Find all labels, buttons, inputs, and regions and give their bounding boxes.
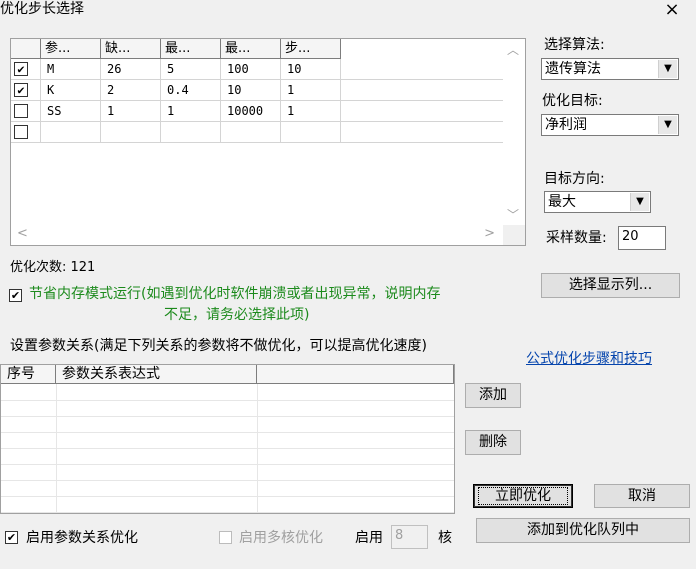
enable-relation-label: 启用参数关系优化 [26, 530, 138, 546]
cell-step[interactable] [281, 122, 341, 143]
relation-table: 序号 参数关系表达式 [0, 364, 455, 514]
algorithm-select[interactable]: 遗传算法 ▼ [541, 58, 679, 80]
cell-max[interactable] [221, 122, 281, 143]
cell-min[interactable] [161, 122, 221, 143]
cores-label-after: 核 [438, 530, 452, 546]
scroll-right-icon[interactable]: > [484, 226, 495, 241]
cell-name[interactable]: M [41, 59, 101, 80]
memory-mode-text-2: 不足，请务必选择此项) [164, 307, 310, 323]
row-check-cell: ✔ [11, 59, 41, 80]
table-row[interactable]: ✔ K 2 0.4 10 1 [11, 80, 503, 101]
cell-filler [341, 122, 503, 143]
grid-horizontal-scrollbar[interactable]: < > [11, 225, 503, 245]
grid-vertical-scrollbar[interactable]: ︿ ﹀ [503, 39, 525, 225]
row-check-cell: ✔ [11, 80, 41, 101]
cell-max[interactable]: 10 [221, 80, 281, 101]
grid-header-min[interactable]: 最... [161, 39, 221, 59]
chevron-down-icon[interactable]: ▼ [658, 116, 677, 134]
scroll-down-icon[interactable]: ﹀ [507, 206, 519, 223]
relation-row-line [1, 480, 454, 481]
direction-label: 目标方向: [544, 171, 605, 187]
enable-relation-checkbox[interactable]: ✔ [5, 531, 18, 544]
table-row[interactable]: SS 1 1 10000 1 [11, 101, 503, 122]
cell-name[interactable]: SS [41, 101, 101, 122]
direction-value: 最大 [548, 194, 576, 210]
cell-filler [341, 80, 503, 101]
relation-row-line [1, 400, 454, 401]
cell-filler [341, 101, 503, 122]
grid-header-name[interactable]: 参... [41, 39, 101, 59]
cell-default[interactable]: 2 [101, 80, 161, 101]
cell-step[interactable]: 1 [281, 80, 341, 101]
relation-header-index[interactable]: 序号 [1, 365, 56, 384]
params-grid: 参... 缺... 最... 最... 步... ✔ M 26 5 100 10 ✔ K 2 0.… [10, 38, 526, 246]
relation-header-blank [257, 365, 454, 384]
select-columns-button[interactable]: 选择显示列... [541, 273, 680, 298]
grid-header-default[interactable]: 缺... [101, 39, 161, 59]
target-label: 优化目标: [542, 93, 603, 109]
scrollbar-corner [503, 225, 525, 245]
add-relation-button[interactable]: 添加 [465, 383, 521, 408]
grid-header-max[interactable]: 最... [221, 39, 281, 59]
algorithm-label: 选择算法: [544, 37, 605, 53]
chevron-down-icon[interactable]: ▼ [630, 193, 649, 211]
relation-row-line [1, 416, 454, 417]
enable-multicore-checkbox[interactable] [219, 531, 232, 544]
cell-filler [341, 59, 503, 80]
grid-header-check [11, 39, 41, 59]
grid-header-step[interactable]: 步... [281, 39, 341, 59]
chevron-down-icon[interactable]: ▼ [658, 60, 677, 78]
cancel-button[interactable]: 取消 [594, 484, 690, 508]
cell-max[interactable]: 100 [221, 59, 281, 80]
row-checkbox[interactable]: ✔ [14, 83, 28, 97]
algorithm-value: 遗传算法 [545, 61, 601, 77]
cell-step[interactable]: 1 [281, 101, 341, 122]
cores-label-before: 启用 [355, 530, 383, 546]
memory-mode-text-1: 节省内存模式运行(如遇到优化时软件崩溃或者出现异常，说明内存 [29, 286, 441, 302]
scroll-left-icon[interactable]: < [17, 226, 28, 241]
relation-row-line [1, 448, 454, 449]
row-checkbox[interactable]: ✔ [14, 62, 28, 76]
sample-input[interactable]: 20 [618, 226, 666, 250]
memory-mode-checkbox[interactable]: ✔ [9, 289, 22, 302]
relation-row-line [1, 432, 454, 433]
cell-name[interactable] [41, 122, 101, 143]
cell-max[interactable]: 10000 [221, 101, 281, 122]
cores-input[interactable]: 8 [391, 525, 428, 549]
opt-count: 优化次数: 121 [10, 260, 96, 275]
row-checkbox[interactable] [14, 125, 28, 139]
cell-step[interactable]: 10 [281, 59, 341, 80]
start-optimize-label: 立即优化 [478, 487, 568, 505]
row-check-cell [11, 101, 41, 122]
relation-header-expression[interactable]: 参数关系表达式 [56, 365, 257, 384]
cell-name[interactable]: K [41, 80, 101, 101]
cell-min[interactable]: 0.4 [161, 80, 221, 101]
add-to-queue-button[interactable]: 添加到优化队列中 [476, 518, 690, 543]
cell-min[interactable]: 1 [161, 101, 221, 122]
target-value: 净利润 [545, 117, 587, 133]
cell-default[interactable]: 1 [101, 101, 161, 122]
start-optimize-button[interactable]: 立即优化 [473, 484, 573, 508]
cell-default[interactable] [101, 122, 161, 143]
scroll-up-icon[interactable]: ︿ [507, 41, 519, 58]
relation-row-line [1, 512, 454, 513]
delete-relation-button[interactable]: 删除 [465, 430, 521, 455]
relation-row-line [1, 496, 454, 497]
table-row[interactable] [11, 122, 503, 143]
target-select[interactable]: 净利润 ▼ [541, 114, 679, 136]
window-title: 优化步长选择 [0, 1, 84, 17]
cell-default[interactable]: 26 [101, 59, 161, 80]
relation-row-line [1, 464, 454, 465]
row-check-cell [11, 122, 41, 143]
row-checkbox[interactable] [14, 104, 28, 118]
table-row[interactable]: ✔ M 26 5 100 10 [11, 59, 503, 80]
enable-multicore-label: 启用多核优化 [239, 530, 323, 546]
sample-label: 采样数量: [546, 230, 607, 246]
close-icon[interactable]: × [660, 0, 684, 22]
direction-select[interactable]: 最大 ▼ [544, 191, 651, 213]
formula-tips-link[interactable]: 公式优化步骤和技巧 [526, 348, 652, 368]
relation-description: 设置参数关系(满足下列关系的参数将不做优化，可以提高优化速度) [10, 338, 427, 354]
cell-min[interactable]: 5 [161, 59, 221, 80]
